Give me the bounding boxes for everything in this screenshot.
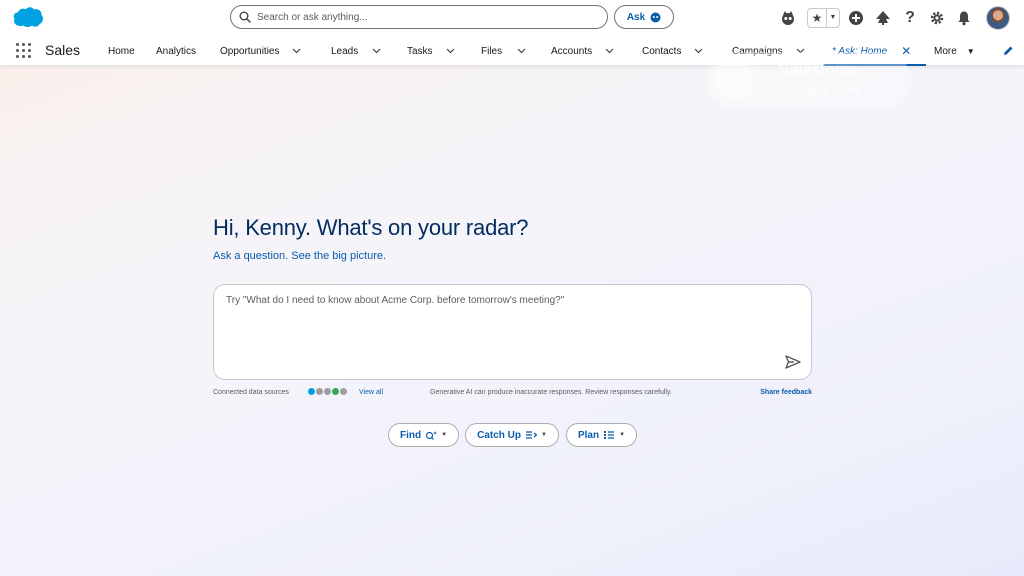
favorites-caret-icon[interactable]: ▼	[826, 9, 839, 27]
chevron-down-icon[interactable]	[446, 48, 455, 54]
close-tab-icon[interactable]: ✕	[901, 44, 911, 58]
nav-item-files[interactable]: Files	[481, 36, 526, 66]
nav-item-accounts[interactable]: Accounts	[551, 36, 614, 66]
find-label: Find	[399, 429, 422, 441]
nav-item-label: Home	[108, 45, 135, 57]
salesforce-logo[interactable]	[12, 6, 44, 28]
plan-button[interactable]: Plan ▼	[566, 423, 637, 447]
prompt-footer: Connected data sources View all Generati…	[213, 388, 812, 400]
catch-up-label: Catch Up	[477, 429, 521, 441]
user-avatar[interactable]	[986, 6, 1010, 30]
page-greeting: Hi, Kenny. What's on your radar?	[213, 215, 529, 240]
app-name: Sales	[45, 42, 81, 58]
salesforce-watermark: Salesforce Available Now	[706, 52, 911, 108]
nav-item-analytics[interactable]: Analytics	[156, 36, 196, 66]
caret-down-icon: ▼	[619, 432, 626, 438]
connected-sources-label: Connected data sources	[213, 389, 289, 396]
agent-icon[interactable]	[777, 7, 799, 29]
salesforce-source-icon	[308, 388, 315, 395]
app-launcher-icon[interactable]	[16, 43, 32, 59]
other-source-icon	[340, 388, 347, 395]
find-button[interactable]: Find ▼	[388, 423, 459, 447]
data-source-icons	[308, 388, 347, 395]
catch-up-button[interactable]: Catch Up ▼	[465, 423, 559, 447]
ask-button-label: Ask	[626, 11, 646, 23]
prompt-box	[213, 284, 812, 380]
global-search[interactable]	[230, 5, 608, 29]
share-feedback-link[interactable]: Share feedback	[760, 389, 812, 396]
nav-item-home[interactable]: Home	[108, 36, 135, 66]
drive-source-icon	[332, 388, 339, 395]
catch-up-list-icon	[525, 431, 537, 439]
nav-more-menu[interactable]: More ▼	[934, 36, 975, 66]
cloud-icon	[714, 60, 754, 100]
ask-button[interactable]: Ask	[614, 5, 674, 29]
setup-gear-icon[interactable]	[926, 7, 948, 29]
favorites-group: ★ ▼	[807, 8, 840, 28]
nav-item-label: Files	[481, 45, 503, 57]
search-input[interactable]	[257, 11, 587, 23]
nav-item-label: Tasks	[407, 45, 433, 57]
global-header: Ask ★ ▼	[0, 0, 1024, 36]
nav-item-contacts[interactable]: Contacts	[642, 36, 703, 66]
watermark-line2: Available Now	[778, 82, 861, 97]
favorites-star-icon[interactable]: ★	[808, 11, 826, 25]
nav-item-tasks[interactable]: Tasks	[407, 36, 455, 66]
find-sparkle-icon	[425, 430, 438, 440]
plan-checklist-icon	[604, 431, 615, 439]
web-source-icon	[324, 388, 331, 395]
chevron-down-icon[interactable]	[694, 48, 703, 54]
help-icon[interactable]: ?	[899, 7, 921, 29]
nav-item-label: Analytics	[156, 45, 197, 57]
prompt-input[interactable]	[226, 295, 786, 355]
trailhead-icon[interactable]	[872, 7, 894, 29]
nav-item-label: Opportunities	[220, 45, 280, 57]
notifications-bell-icon[interactable]	[953, 7, 975, 29]
send-icon[interactable]	[785, 355, 801, 369]
search-icon	[239, 11, 251, 23]
nav-item-label: Accounts	[551, 45, 593, 57]
nav-item-label: Contacts	[642, 45, 682, 57]
caret-down-icon: ▼	[540, 432, 547, 438]
nav-item-opportunities[interactable]: Opportunities	[220, 36, 301, 66]
agent-icon	[650, 12, 661, 22]
nav-item-label: Leads	[331, 45, 359, 57]
plan-label: Plan	[577, 429, 600, 441]
chevron-down-icon[interactable]	[605, 48, 614, 54]
caret-down-icon: ▼	[441, 432, 448, 438]
view-all-link[interactable]: View all	[359, 389, 383, 396]
global-actions-icon[interactable]	[845, 7, 867, 29]
ai-disclaimer: Generative AI can produce inaccurate res…	[430, 389, 672, 396]
chevron-down-icon[interactable]	[292, 48, 301, 54]
nav-item-leads[interactable]: Leads	[331, 36, 381, 66]
page-subgreeting: Ask a question. See the big picture.	[213, 250, 387, 262]
watermark-line1: Salesforce	[778, 60, 859, 79]
edit-nav-pencil-icon[interactable]	[1002, 45, 1014, 57]
chevron-down-icon[interactable]	[517, 48, 526, 54]
header-utility-icons: ★ ▼ ?	[772, 4, 1010, 32]
slack-source-icon	[316, 388, 323, 395]
nav-more-label: More	[934, 45, 957, 57]
caret-down-icon: ▼	[966, 46, 975, 56]
chevron-down-icon[interactable]	[372, 48, 381, 54]
